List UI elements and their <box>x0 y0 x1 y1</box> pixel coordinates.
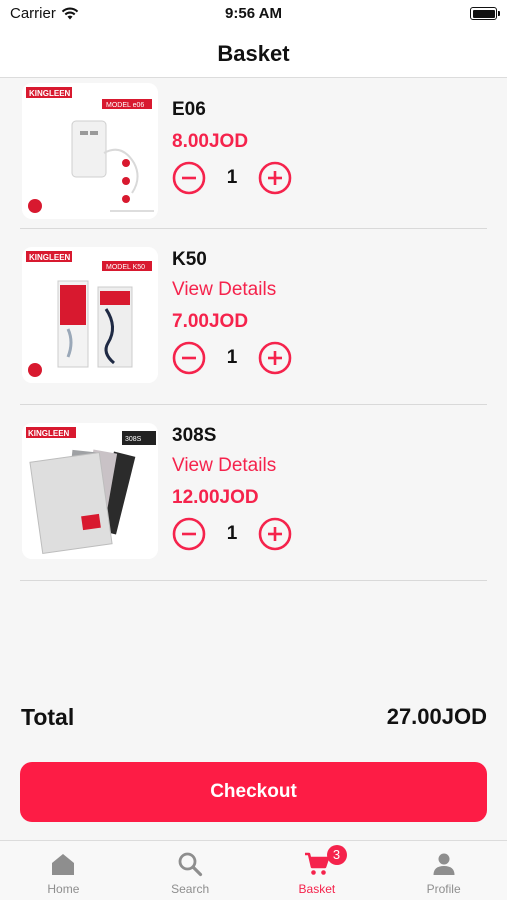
checkout-button[interactable]: Checkout <box>20 762 487 822</box>
home-icon <box>52 854 75 875</box>
tab-home[interactable]: Home <box>0 841 127 900</box>
basket-list: KINGLEEN MODEL e06 E06 8.00JOD 1 KINGLEE… <box>20 79 487 581</box>
view-details-link[interactable]: View Details <box>172 279 292 301</box>
page-title: Basket <box>217 40 290 66</box>
navigation-bar: Basket <box>0 30 507 78</box>
basket-item: KINGLEEN MODEL e06 E06 8.00JOD 1 <box>20 79 487 229</box>
product-image[interactable]: KINGLEEN MODEL e06 <box>22 83 158 219</box>
tab-label: Home <box>47 882 80 896</box>
brand-logo: KINGLEEN <box>29 253 71 262</box>
quantity-stepper: 1 <box>172 341 292 375</box>
item-info: E06 8.00JOD 1 <box>172 99 292 195</box>
status-bar: Carrier 9:56 AM <box>0 0 507 30</box>
item-info: 308S View Details 12.00JOD 1 <box>172 425 292 551</box>
tab-label: Profile <box>426 882 461 896</box>
view-details-link[interactable]: View Details <box>172 455 292 477</box>
model-label: MODEL e06 <box>106 102 144 109</box>
increase-quantity-button[interactable] <box>258 517 292 551</box>
tab-basket[interactable]: 3 Basket <box>254 841 381 900</box>
tab-label: Basket <box>298 882 336 896</box>
increase-quantity-button[interactable] <box>258 161 292 195</box>
product-image[interactable]: KINGLEEN MODEL K50 <box>22 247 158 383</box>
quantity-value: 1 <box>226 167 238 188</box>
total-value: 27.00JOD <box>386 704 487 729</box>
profile-icon <box>433 853 455 875</box>
decrease-quantity-button[interactable] <box>172 517 206 551</box>
quantity-value: 1 <box>226 347 238 368</box>
item-info: K50 View Details 7.00JOD 1 <box>172 249 292 375</box>
product-name: E06 <box>172 99 206 120</box>
battery-icon <box>470 7 500 20</box>
tab-label: Search <box>171 882 210 896</box>
brand-logo: KINGLEEN <box>29 89 71 98</box>
clock: 9:56 AM <box>225 5 282 22</box>
product-image[interactable]: KINGLEEN 308S <box>22 423 158 559</box>
total-row: Total 27.00JOD <box>21 704 487 731</box>
model-label: 308S <box>125 436 142 443</box>
total-label: Total <box>21 704 75 730</box>
cart-icon <box>304 852 330 875</box>
product-name: 308S <box>172 425 217 446</box>
power-bank-image: KINGLEEN 308S <box>22 423 158 559</box>
decrease-quantity-button[interactable] <box>172 341 206 375</box>
basket-item: KINGLEEN 308S 308S View Details 12.00JOD… <box>20 405 487 581</box>
product-price: 7.00JOD <box>172 311 249 332</box>
tab-search[interactable]: Search <box>127 841 254 900</box>
brand-logo: KINGLEEN <box>28 429 70 438</box>
tab-profile[interactable]: Profile <box>380 841 507 900</box>
quantity-stepper: 1 <box>172 517 292 551</box>
model-label: MODEL K50 <box>106 264 145 271</box>
decrease-quantity-button[interactable] <box>172 161 206 195</box>
product-price: 12.00JOD <box>172 487 259 508</box>
product-price: 8.00JOD <box>172 131 249 152</box>
tab-bar: Home Search 3 Basket Profile <box>0 840 507 900</box>
cable-image: KINGLEEN MODEL K50 <box>22 247 158 383</box>
quantity-stepper: 1 <box>172 161 292 195</box>
quantity-value: 1 <box>226 523 238 544</box>
cart-count-badge: 3 <box>326 845 347 865</box>
charger-image: KINGLEEN MODEL e06 <box>22 83 158 219</box>
basket-item: KINGLEEN MODEL K50 K50 View Details 7.00… <box>20 229 487 405</box>
search-icon <box>178 852 203 877</box>
increase-quantity-button[interactable] <box>258 341 292 375</box>
product-name: K50 <box>172 249 207 270</box>
